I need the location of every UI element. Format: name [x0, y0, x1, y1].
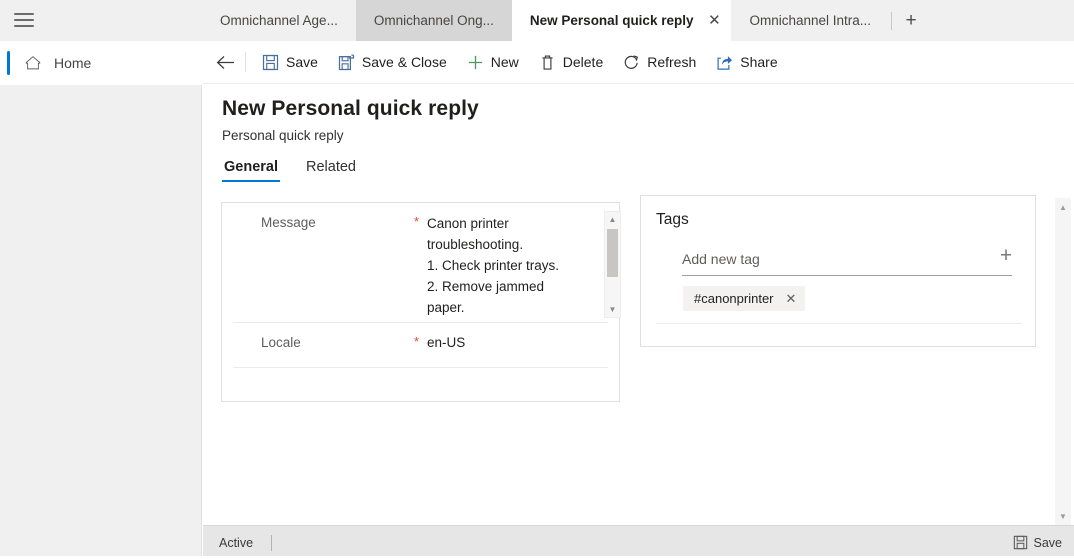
field-row-locale: Locale * en-US — [233, 323, 608, 368]
trash-icon — [542, 55, 553, 70]
refresh-icon — [624, 54, 639, 69]
status-save-button[interactable]: Save — [1013, 535, 1063, 550]
tab-related-label: Related — [306, 159, 356, 175]
window-top-bar: Omnichannel Age... Omnichannel Ong... Ne… — [0, 0, 1074, 41]
locale-required-marker: * — [414, 334, 420, 349]
browser-tab-strip: Omnichannel Age... Omnichannel Ong... Ne… — [202, 0, 929, 41]
locale-input[interactable]: en-US — [427, 335, 465, 350]
message-required-marker: * — [414, 214, 420, 229]
new-button-label: New — [490, 54, 519, 70]
tab-separator — [891, 11, 893, 30]
status-bar: Active Save — [203, 525, 1074, 559]
message-line: troubleshooting. — [427, 237, 524, 252]
status-save-label: Save — [1033, 535, 1063, 550]
save-button-label: Save — [286, 54, 318, 70]
tab-label: New Personal quick reply — [529, 13, 694, 28]
tab-omnichannel-intraday[interactable]: Omnichannel Intra... — [731, 0, 890, 41]
tags-title: Tags — [656, 211, 689, 228]
message-line: paper. — [427, 300, 465, 315]
share-button-label: Share — [740, 54, 778, 70]
form-content-area: Message * Canon printer troubleshooting.… — [203, 195, 1074, 525]
save-and-close-button[interactable]: Save & Close — [328, 41, 457, 84]
save-and-close-button-label: Save & Close — [361, 54, 447, 70]
tag-chip-label: #canonprinter — [694, 291, 774, 306]
message-scrollbar[interactable]: ▲ ▼ — [604, 211, 621, 318]
message-line: 2. Remove jammed — [427, 279, 545, 294]
refresh-button[interactable]: Refresh — [613, 41, 706, 84]
command-bar: Save Save & Close New Delete Refresh Sha… — [203, 41, 1074, 84]
refresh-button-label: Refresh — [647, 54, 697, 70]
page-subtitle: Personal quick reply — [222, 128, 344, 143]
share-button[interactable]: Share — [706, 41, 787, 84]
save-button[interactable]: Save — [252, 41, 328, 84]
tab-omnichannel-ongoing[interactable]: Omnichannel Ong... — [355, 0, 512, 41]
form-tab-list: General Related — [222, 159, 382, 182]
field-row-message: Message * Canon printer troubleshooting.… — [233, 203, 621, 323]
general-form-card: Message * Canon printer troubleshooting.… — [221, 202, 621, 402]
tags-card: Tags Add new tag + #canonprinter ✕ — [640, 195, 1036, 347]
tag-chip: #canonprinter ✕ — [683, 286, 806, 311]
message-line: 1. Check printer trays. — [427, 258, 560, 273]
page-title: New Personal quick reply — [222, 97, 479, 120]
tab-omnichannel-agent[interactable]: Omnichannel Age... — [202, 0, 356, 41]
new-tab-button[interactable]: + — [894, 0, 929, 41]
record-state-label: Active — [219, 535, 254, 550]
scroll-down-icon[interactable]: ▼ — [605, 302, 620, 317]
sidebar-item-home[interactable]: Home — [0, 41, 202, 85]
scroll-up-icon[interactable]: ▲ — [605, 212, 620, 227]
scroll-up-icon[interactable]: ▲ — [1055, 200, 1071, 214]
tab-new-personal-quick-reply[interactable]: New Personal quick reply ✕ — [511, 0, 732, 41]
command-divider — [245, 52, 246, 72]
selection-indicator — [7, 51, 10, 75]
save-and-close-icon — [338, 54, 355, 70]
share-icon — [717, 55, 733, 70]
add-tag-plus-icon[interactable]: + — [995, 244, 1017, 266]
scroll-down-icon[interactable]: ▼ — [1055, 509, 1071, 523]
tab-general-label: General — [224, 159, 278, 175]
status-separator — [271, 534, 273, 551]
sidebar-item-label: Home — [54, 55, 92, 71]
tab-related[interactable]: Related — [304, 159, 358, 182]
tags-divider — [656, 323, 1022, 324]
locale-field-label: Locale — [261, 335, 301, 350]
delete-button[interactable]: Delete — [529, 41, 613, 84]
content-scrollbar[interactable]: ▲ ▼ — [1055, 198, 1071, 525]
back-arrow-icon[interactable] — [207, 41, 243, 84]
save-icon — [1013, 535, 1027, 550]
new-button[interactable]: New — [457, 41, 529, 84]
scrollbar-thumb[interactable] — [607, 229, 618, 277]
delete-button-label: Delete — [562, 54, 604, 70]
main-content-area: Save Save & Close New Delete Refresh Sha… — [203, 41, 1074, 559]
message-line: Canon printer — [427, 216, 509, 231]
home-icon — [25, 56, 41, 70]
tab-label: Omnichannel Intra... — [749, 13, 872, 28]
left-navigation-pane: Home — [0, 41, 202, 559]
save-icon — [262, 54, 279, 70]
add-tag-row: Add new tag + — [682, 245, 1012, 276]
tab-general[interactable]: General — [222, 159, 280, 182]
close-icon[interactable]: ✕ — [786, 291, 797, 307]
message-input[interactable]: Canon printer troubleshooting. 1. Check … — [427, 213, 602, 315]
tab-label: Omnichannel Age... — [220, 13, 338, 28]
tab-label: Omnichannel Ong... — [373, 13, 494, 28]
plus-icon — [468, 55, 482, 69]
message-field-label: Message — [261, 215, 316, 230]
close-icon[interactable]: ✕ — [705, 13, 723, 28]
hamburger-icon[interactable] — [14, 13, 34, 28]
add-tag-input[interactable]: Add new tag — [682, 251, 760, 267]
